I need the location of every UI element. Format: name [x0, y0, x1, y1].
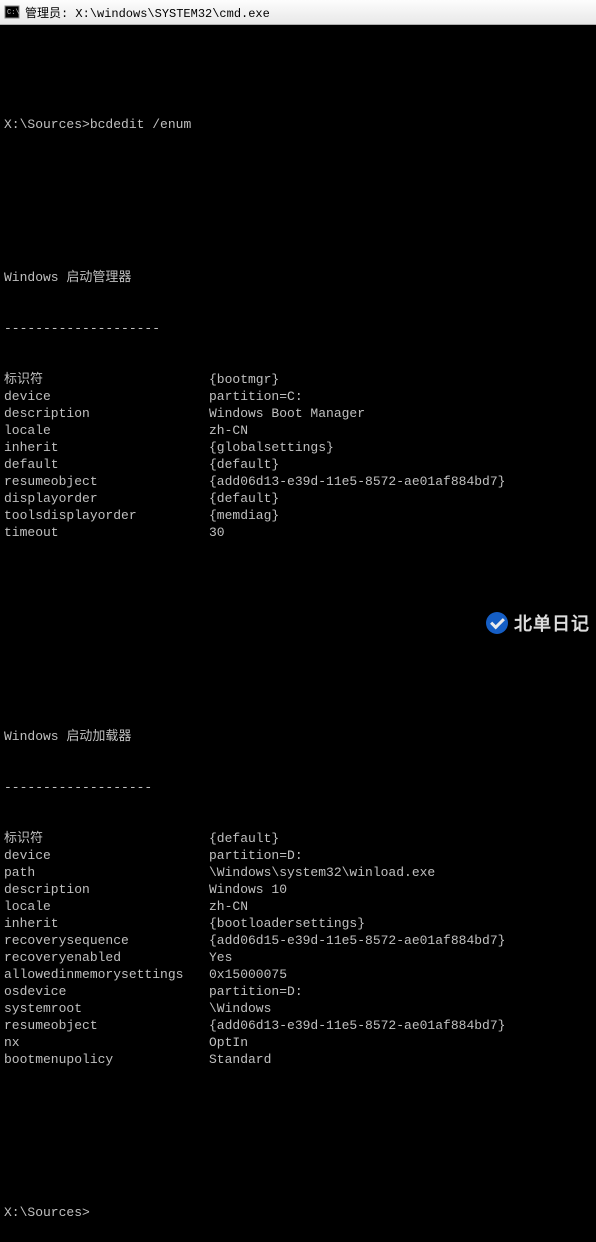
output-row: allowedinmemorysettings0x15000075 [4, 966, 592, 983]
output-value: zh-CN [209, 422, 248, 439]
output-row: inherit{globalsettings} [4, 439, 592, 456]
output-key: resumeobject [4, 1017, 209, 1034]
output-row: recoverysequence{add06d15-e39d-11e5-8572… [4, 932, 592, 949]
output-value: {add06d13-e39d-11e5-8572-ae01af884bd7} [209, 1017, 505, 1034]
output-value: Windows 10 [209, 881, 287, 898]
output-value: \Windows [209, 1000, 271, 1017]
window-titlebar[interactable]: C:\ 管理员: X:\windows\SYSTEM32\cmd.exe [0, 0, 596, 25]
output-value: OptIn [209, 1034, 248, 1051]
section-divider: -------------------- [4, 320, 592, 337]
output-row: 标识符{default} [4, 830, 592, 847]
output-key: bootmenupolicy [4, 1051, 209, 1068]
output-key: locale [4, 422, 209, 439]
output-value: {default} [209, 830, 279, 847]
section-boot-manager: Windows 启动管理器 -------------------- 标识符{b… [4, 235, 592, 575]
watermark-text: 北单日记 [514, 610, 590, 636]
output-value: 30 [209, 524, 225, 541]
output-key: path [4, 864, 209, 881]
output-key: toolsdisplayorder [4, 507, 209, 524]
output-key: 标识符 [4, 371, 209, 388]
output-value: {globalsettings} [209, 439, 334, 456]
prompt-path: X:\Sources> [4, 1204, 90, 1221]
output-value: partition=D: [209, 847, 303, 864]
output-value: {add06d15-e39d-11e5-8572-ae01af884bd7} [209, 932, 505, 949]
output-row: resumeobject{add06d13-e39d-11e5-8572-ae0… [4, 473, 592, 490]
output-value: {default} [209, 490, 279, 507]
output-row: displayorder{default} [4, 490, 592, 507]
output-value: Standard [209, 1051, 271, 1068]
check-circle-icon [486, 612, 508, 634]
output-row: descriptionWindows 10 [4, 881, 592, 898]
section-divider: ------------------- [4, 779, 592, 796]
output-value: Windows Boot Manager [209, 405, 365, 422]
output-key: 标识符 [4, 830, 209, 847]
output-key: description [4, 881, 209, 898]
output-row: devicepartition=C: [4, 388, 592, 405]
output-value: {memdiag} [209, 507, 279, 524]
output-key: device [4, 388, 209, 405]
output-row: bootmenupolicyStandard [4, 1051, 592, 1068]
output-row: localezh-CN [4, 422, 592, 439]
prompt-path: X:\Sources> [4, 116, 90, 133]
output-row: default{default} [4, 456, 592, 473]
section-title: Windows 启动管理器 [4, 269, 592, 286]
section-title: Windows 启动加载器 [4, 728, 592, 745]
output-value: partition=D: [209, 983, 303, 1000]
output-key: recoveryenabled [4, 949, 209, 966]
output-value: {bootloadersettings} [209, 915, 365, 932]
command-line: X:\Sources> [4, 1204, 592, 1221]
window-title: 管理员: X:\windows\SYSTEM32\cmd.exe [25, 4, 270, 21]
output-row: localezh-CN [4, 898, 592, 915]
output-row: systemroot\Windows [4, 1000, 592, 1017]
output-value: 0x15000075 [209, 966, 287, 983]
watermark: 北单日记 [486, 610, 590, 636]
output-key: recoverysequence [4, 932, 209, 949]
output-value: \Windows\system32\winload.exe [209, 864, 435, 881]
output-key: systemroot [4, 1000, 209, 1017]
output-value: Yes [209, 949, 232, 966]
output-key: displayorder [4, 490, 209, 507]
output-row: 标识符{bootmgr} [4, 371, 592, 388]
output-value: partition=C: [209, 388, 303, 405]
output-key: osdevice [4, 983, 209, 1000]
output-key: default [4, 456, 209, 473]
output-row: resumeobject{add06d13-e39d-11e5-8572-ae0… [4, 1017, 592, 1034]
command-line: X:\Sources>bcdedit /enum [4, 116, 592, 133]
svg-text:C:\: C:\ [7, 9, 20, 17]
output-key: inherit [4, 915, 209, 932]
output-value: {bootmgr} [209, 371, 279, 388]
output-row: descriptionWindows Boot Manager [4, 405, 592, 422]
output-value: {default} [209, 456, 279, 473]
output-key: nx [4, 1034, 209, 1051]
output-row: devicepartition=D: [4, 847, 592, 864]
output-row: osdevicepartition=D: [4, 983, 592, 1000]
output-key: inherit [4, 439, 209, 456]
output-key: timeout [4, 524, 209, 541]
output-key: resumeobject [4, 473, 209, 490]
output-key: device [4, 847, 209, 864]
command-text: bcdedit /enum [90, 116, 191, 133]
output-value: zh-CN [209, 898, 248, 915]
section-boot-loader: Windows 启动加载器 ------------------- 标识符{de… [4, 694, 592, 1102]
output-row: path\Windows\system32\winload.exe [4, 864, 592, 881]
output-row: inherit{bootloadersettings} [4, 915, 592, 932]
output-row: recoveryenabledYes [4, 949, 592, 966]
output-row: toolsdisplayorder{memdiag} [4, 507, 592, 524]
output-row: nxOptIn [4, 1034, 592, 1051]
output-value: {add06d13-e39d-11e5-8572-ae01af884bd7} [209, 473, 505, 490]
output-row: timeout30 [4, 524, 592, 541]
output-key: locale [4, 898, 209, 915]
output-key: allowedinmemorysettings [4, 966, 209, 983]
cmd-icon: C:\ [4, 4, 20, 20]
output-key: description [4, 405, 209, 422]
